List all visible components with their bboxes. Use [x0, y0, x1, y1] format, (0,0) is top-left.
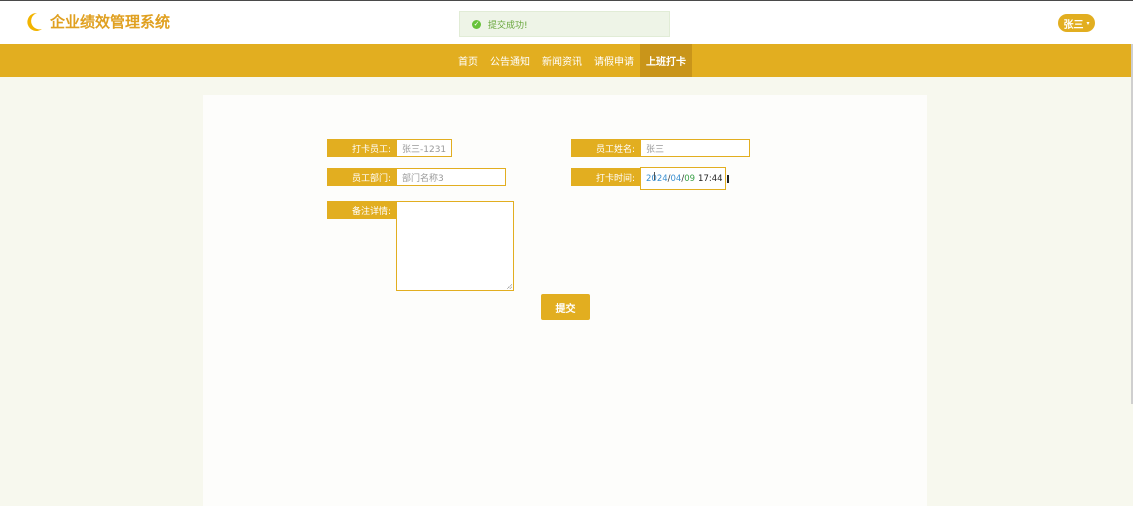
remark-textarea[interactable] — [396, 201, 514, 291]
nav-item-leave[interactable]: 请假申请 — [588, 44, 640, 77]
calendar-icon[interactable] — [726, 174, 729, 183]
toast-message: 提交成功! — [488, 20, 528, 31]
resize-grip-icon[interactable] — [507, 284, 512, 289]
time-month: 04 — [670, 173, 682, 184]
time-label: 打卡时间: — [571, 168, 640, 186]
employee-field[interactable]: 张三-1231 — [396, 139, 452, 157]
clock-time-input[interactable]: 2024/04/09 17:44 — [640, 167, 729, 190]
user-name: 张三 — [1063, 19, 1084, 31]
name-field[interactable]: 张三 — [640, 139, 750, 157]
moon-icon — [27, 12, 42, 31]
user-menu-button[interactable]: 张三 ▾ — [1058, 14, 1095, 32]
top-header: 企业绩效管理系统 ✓ 提交成功! 张三 ▾ — [0, 0, 1133, 44]
dept-label: 员工部门: — [327, 168, 396, 186]
caret-down-icon: ▾ — [1086, 19, 1090, 27]
remark-label: 备注详情: — [327, 201, 396, 219]
nav-item-home[interactable]: 首页 — [452, 44, 484, 77]
time-clock: 17:44 — [698, 173, 723, 184]
name-label: 员工姓名: — [571, 139, 640, 157]
employee-label: 打卡员工: — [327, 139, 396, 157]
nav-items: 首页 公告通知 新闻资讯 请假申请 上班打卡 — [452, 44, 692, 77]
time-day: 09 — [684, 173, 696, 184]
main-nav: 首页 公告通知 新闻资讯 请假申请 上班打卡 — [0, 44, 1133, 77]
dept-field[interactable]: 部门名称3 — [396, 168, 506, 186]
nav-item-news[interactable]: 新闻资讯 — [536, 44, 588, 77]
app-logo[interactable]: 企业绩效管理系统 — [26, 11, 170, 32]
submit-button[interactable]: 提交 — [541, 294, 590, 320]
check-circle-icon: ✓ — [472, 19, 481, 29]
success-toast: ✓ 提交成功! — [459, 11, 670, 37]
nav-item-clock-in[interactable]: 上班打卡 — [640, 44, 692, 77]
app-title: 企业绩效管理系统 — [50, 13, 171, 31]
nav-item-notices[interactable]: 公告通知 — [484, 44, 536, 77]
text-cursor-icon — [654, 172, 659, 180]
